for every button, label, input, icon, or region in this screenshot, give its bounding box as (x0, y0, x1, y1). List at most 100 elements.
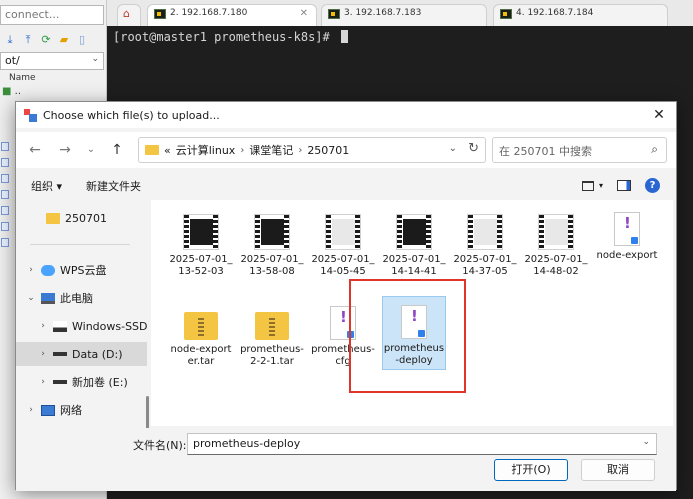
nav-item-label: WPS云盘 (60, 264, 107, 277)
navigation-bar: ← → ⌄ ↑ « 云计算linux › 课堂笔记 › 250701 ⌄ ↻ 在… (16, 132, 676, 168)
chevron-right-icon[interactable]: › (26, 265, 36, 275)
dialog-title: Choose which file(s) to upload... (43, 108, 220, 122)
terminal-cursor (340, 30, 348, 43)
terminal-icon (328, 9, 340, 19)
nav-item-wps-cloud[interactable]: › WPS云盘 (26, 260, 107, 280)
chevron-right-icon[interactable]: › (38, 349, 48, 359)
nav-item-windows-ssd[interactable]: › Windows-SSD (38, 316, 148, 336)
video-thumbnail-icon (396, 214, 432, 250)
nav-item-new-volume-e[interactable]: › 新加卷 (E:) (38, 372, 128, 392)
video-thumbnail-icon (254, 214, 290, 250)
help-icon[interactable]: ? (645, 178, 660, 193)
up-button[interactable]: ↑ (107, 140, 127, 160)
file-name: 2025-07-01_14-05-45 (311, 254, 375, 277)
video-thumbnail-icon (538, 214, 574, 250)
terminal-icon (154, 9, 166, 19)
filename-input[interactable]: prometheus-deploy ⌄ (187, 433, 657, 455)
nav-item-network[interactable]: › 网络 (26, 400, 82, 420)
file-item[interactable]: 2025-07-01_14-48-02 (524, 214, 588, 278)
drive-icon (53, 380, 67, 384)
breadcrumb-item[interactable]: 课堂笔记 (249, 142, 293, 158)
cloud-icon (41, 264, 55, 276)
back-button[interactable]: ← (25, 140, 45, 160)
change-view-button[interactable]: ▾ (581, 180, 603, 191)
chevron-right-icon[interactable]: › (38, 377, 48, 387)
open-button[interactable]: 打开(O) (494, 459, 568, 481)
chevron-down-icon[interactable]: ⌄ (449, 143, 457, 154)
chevron-right-icon[interactable]: › (26, 405, 36, 415)
search-input[interactable]: 在 250701 中搜索 ⌕ (492, 137, 667, 163)
close-icon[interactable]: ✕ (292, 8, 308, 19)
tab-label: 2. 192.168.7.180 (170, 8, 248, 18)
file-item[interactable]: ! node-export (595, 210, 659, 262)
breadcrumb-overflow[interactable]: « (164, 144, 171, 157)
view-controls: ▾ ? (581, 178, 660, 193)
chevron-down-icon: ▾ (598, 181, 603, 190)
upload-icon[interactable]: ⤒ (22, 34, 34, 46)
parent-dir-row[interactable]: ■ .. (0, 86, 21, 97)
folder-icon (145, 145, 159, 155)
refresh-icon[interactable]: ↻ (468, 141, 479, 156)
session-tab-2[interactable]: 3. 192.168.7.183 (321, 4, 487, 26)
nav-item-label: 新加卷 (E:) (72, 376, 128, 389)
recent-locations-chevron-icon[interactable]: ⌄ (81, 140, 101, 160)
forward-button[interactable]: → (55, 140, 75, 160)
chevron-down-icon: ⌄ (91, 54, 99, 64)
home-tab[interactable]: ⌂ (117, 4, 141, 26)
file-item[interactable]: 2025-07-01_13-52-03 (169, 214, 233, 278)
file-icon (1, 222, 9, 231)
download-icon[interactable]: ⤓ (4, 34, 16, 46)
file-icon (1, 142, 9, 151)
refresh-icon[interactable]: ⟳ (40, 34, 52, 46)
chevron-down-icon[interactable]: ⌄ (642, 437, 650, 447)
cancel-button[interactable]: 取消 (581, 459, 655, 481)
session-tab-1[interactable]: 2. 192.168.7.180 ✕ (147, 4, 317, 26)
breadcrumb-item[interactable]: 云计算linux (176, 142, 236, 158)
column-header-name[interactable]: Name (9, 73, 36, 83)
divider (30, 244, 130, 245)
terminal-prompt: [root@master1 prometheus-k8s]# (113, 30, 337, 44)
file-name: prometheus-2-2-1.tar (240, 344, 304, 367)
drive-icon (53, 352, 67, 356)
file-item[interactable]: 2025-07-01_14-05-45 (311, 214, 375, 278)
nav-item-label: Data (D:) (72, 347, 123, 361)
file-item[interactable]: prometheus-2-2-1.tar (240, 304, 304, 368)
folder-icon (46, 212, 60, 224)
nav-item-this-pc[interactable]: ⌄ 此电脑 (26, 288, 93, 308)
command-bar: 组织 ▾ 新建文件夹 ▾ ? (16, 172, 676, 200)
file-item[interactable]: 2025-07-01_14-14-41 (382, 214, 446, 278)
nav-item-label: Windows-SSD (72, 319, 148, 333)
nav-item-current-folder[interactable]: 250701 (46, 208, 107, 228)
file-item[interactable]: 2025-07-01_13-58-08 (240, 214, 304, 278)
close-button[interactable]: ✕ (650, 106, 668, 124)
file-name: 2025-07-01_14-48-02 (524, 254, 588, 277)
app-icon (24, 108, 37, 122)
connect-input[interactable]: connect... (0, 5, 104, 25)
chevron-right-icon[interactable]: › (38, 321, 48, 331)
new-folder-button[interactable]: 新建文件夹 (86, 178, 141, 194)
file-icon[interactable]: ▯ (76, 34, 88, 46)
dialog-titlebar[interactable]: Choose which file(s) to upload... ✕ (16, 102, 676, 128)
file-item[interactable]: node-exporter.tar (169, 304, 233, 368)
drive-icon (53, 320, 67, 332)
parent-dir-label: .. (14, 86, 21, 97)
file-icon (1, 174, 9, 183)
session-tab-3[interactable]: 4. 192.168.7.184 (493, 4, 668, 26)
nav-item-data-d[interactable]: › Data (D:) (38, 344, 123, 364)
filename-value: prometheus-deploy (193, 437, 301, 450)
video-thumbnail-icon (325, 214, 361, 250)
file-item[interactable]: 2025-07-01_14-37-05 (453, 214, 517, 278)
chevron-right-icon[interactable]: › (298, 145, 302, 156)
address-bar[interactable]: « 云计算linux › 课堂笔记 › 250701 ⌄ ↻ (138, 137, 486, 163)
folder-icon[interactable]: ▰ (58, 34, 70, 46)
chevron-down-icon[interactable]: ⌄ (26, 293, 36, 303)
tab-label: 3. 192.168.7.183 (344, 8, 422, 18)
organize-menu[interactable]: 组织 ▾ (31, 178, 62, 194)
preview-pane-icon[interactable] (617, 180, 631, 191)
breadcrumb-item[interactable]: 250701 (307, 144, 349, 157)
computer-icon (41, 292, 55, 304)
video-thumbnail-icon (183, 214, 219, 250)
path-select[interactable]: ot/ ⌄ (0, 52, 104, 70)
chevron-right-icon[interactable]: › (240, 145, 244, 156)
terminal-icon (500, 9, 512, 19)
